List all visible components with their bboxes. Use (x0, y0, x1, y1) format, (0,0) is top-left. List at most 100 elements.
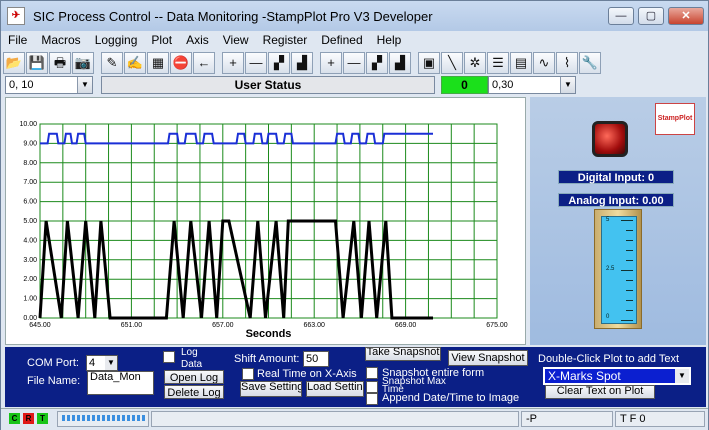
pen-icon[interactable]: ✎ (101, 52, 123, 74)
wrench-icon[interactable]: 🔧 (579, 52, 601, 74)
gauge-tick (621, 320, 633, 321)
shift-amount-label: Shift Amount: (234, 353, 300, 365)
snapshot-entire-form-checkbox[interactable] (366, 367, 378, 379)
take-snapshot-button[interactable]: Take Snapshot (365, 347, 441, 361)
status-row: 0, 10 ▼ User Status 0 0,30 ▼ (5, 76, 706, 94)
plot-area[interactable]: 0.00 1.00 2.00 3.00 4.00 5.00 6.00 7.00 8.00 9.00… (5, 97, 526, 345)
digital-input-label: Digital Input: 0 (558, 170, 674, 184)
y-tick-label: 8.00 (23, 160, 37, 167)
right-panel: StampPlot Digital Input: 0 Analog Input:… (530, 97, 706, 345)
zoom-out-icon[interactable]: ▟ (389, 52, 411, 74)
gauge-tick (621, 270, 633, 271)
gauge-tick (626, 260, 633, 261)
shift-amount-input[interactable]: 50 (303, 351, 329, 367)
gauge-tick (626, 300, 633, 301)
file-name-label: File Name: (27, 375, 81, 387)
menu-help[interactable]: Help (370, 33, 409, 47)
view-snapshot-button[interactable]: View Snapshot (448, 350, 528, 366)
load-settings-button[interactable]: Load Settings (306, 381, 364, 397)
chevron-down-icon[interactable]: ▼ (675, 369, 689, 383)
line-chart[interactable]: 0.00 1.00 2.00 3.00 4.00 5.00 6.00 7.00 8.00 9.00… (6, 98, 527, 346)
draw-icon[interactable]: ✲ (464, 52, 486, 74)
plot-text-value: X-Marks Spot (548, 369, 621, 383)
minus-icon[interactable]: — (343, 52, 365, 74)
gauge-tick (626, 250, 633, 251)
chevron-down-icon[interactable]: ▼ (105, 356, 117, 370)
plus-icon[interactable]: + (320, 52, 342, 74)
left-combo[interactable]: 0, 10 ▼ (5, 76, 93, 94)
open-folder-icon[interactable]: 📂 (3, 52, 25, 74)
menu-view[interactable]: View (216, 33, 256, 47)
data-label: Data (181, 359, 203, 370)
time-checkbox[interactable] (366, 381, 378, 393)
connection-led: C (9, 413, 20, 424)
menu-bar: File Macros Logging Plot Axis View Regis… (1, 31, 708, 49)
pencil-icon[interactable]: ✍ (124, 52, 146, 74)
zoom-in-icon[interactable]: ▞ (268, 52, 290, 74)
zoom-out-icon[interactable]: ▟ (291, 52, 313, 74)
red-indicator-button[interactable] (592, 121, 628, 157)
y-tick-label: 2.00 (23, 276, 37, 283)
stamp-plot-app-icon[interactable]: ✈ (7, 7, 25, 25)
menu-defined[interactable]: Defined (314, 33, 369, 47)
delete-log-button[interactable]: Delete Log (164, 385, 224, 399)
progress-field (57, 411, 149, 427)
x-tick-label: 657.00 (212, 322, 234, 329)
menu-macros[interactable]: Macros (34, 33, 87, 47)
close-button[interactable]: ✕ (668, 7, 704, 25)
log-data-checkbox[interactable] (163, 351, 175, 363)
stamp-plot-logo: StampPlot (655, 103, 695, 135)
green-value-indicator: 0 (441, 76, 488, 94)
print-icon[interactable]: 🖶 (49, 52, 71, 74)
minus-icon[interactable]: — (245, 52, 267, 74)
note-icon[interactable]: ☰ (487, 52, 509, 74)
menu-file[interactable]: File (1, 33, 34, 47)
chevron-down-icon[interactable]: ▼ (77, 77, 92, 93)
chart-icon[interactable]: ▦ (147, 52, 169, 74)
stop-icon[interactable]: ⛔ (170, 52, 192, 74)
menu-register[interactable]: Register (256, 33, 315, 47)
toolbar: 📂 💾 🖶 📷 ✎ ✍ ▦ ⛔ ← + — ▞ ▟ + — ▞ ▟ ▣ ╲ ✲ ☰ ▤ ∿ ⌇ 🔧 (3, 50, 708, 76)
analog-input-label: Analog Input: 0.00 (558, 193, 674, 207)
plus-icon[interactable]: + (222, 52, 244, 74)
right-combo-value: 0,30 (492, 79, 514, 91)
com-port-select[interactable]: 4 ▼ (86, 355, 118, 371)
chevron-down-icon[interactable]: ▼ (560, 77, 575, 93)
x-tick-label: 651.00 (121, 322, 143, 329)
file-name-input[interactable]: Data_Mon (87, 371, 154, 395)
gauge-tick (626, 240, 633, 241)
y-tick-label: 0.00 (23, 315, 37, 322)
y-tick-label: 4.00 (23, 237, 37, 244)
line-icon[interactable]: ╲ (441, 52, 463, 74)
menu-logging[interactable]: Logging (88, 33, 145, 47)
title-bar: ✈ SIC Process Control -- Data Monitoring… (1, 1, 708, 31)
window-title: SIC Process Control -- Data Monitoring -… (33, 8, 433, 24)
zoom-in-icon[interactable]: ▞ (366, 52, 388, 74)
x-tick-label: 669.00 (395, 322, 417, 329)
open-log-button[interactable]: Open Log (164, 370, 224, 384)
graph-icon[interactable]: ⌇ (556, 52, 578, 74)
right-combo[interactable]: 0,30 ▼ (488, 76, 576, 94)
calculator-icon[interactable]: ▤ (510, 52, 532, 74)
com-port-value: 4 (89, 357, 96, 369)
menu-axis[interactable]: Axis (179, 33, 216, 47)
clear-text-button[interactable]: Clear Text on Plot (545, 385, 655, 399)
save-settings-button[interactable]: Save Settings (240, 381, 302, 397)
gauge-label-bottom: 0 (606, 314, 610, 320)
probe-icon[interactable]: ∿ (533, 52, 555, 74)
status-field-1 (151, 411, 519, 427)
app-window: ✈ SIC Process Control -- Data Monitoring… (0, 0, 709, 430)
y-tick-label: 5.00 (23, 218, 37, 225)
append-date-checkbox[interactable] (366, 393, 378, 405)
snapshot-icon[interactable]: ▣ (418, 52, 440, 74)
real-time-label: Real Time on X-Axis (257, 368, 357, 380)
plot-text-select[interactable]: X-Marks Spot ▼ (543, 367, 691, 385)
camera-icon[interactable]: 📷 (72, 52, 94, 74)
real-time-checkbox[interactable] (242, 368, 254, 380)
maximize-button[interactable]: ▢ (638, 7, 664, 25)
menu-plot[interactable]: Plot (144, 33, 179, 47)
arrow-left-icon[interactable]: ← (193, 52, 215, 74)
minimize-button[interactable]: — (608, 7, 634, 25)
double-click-hint: Double-Click Plot to add Text (538, 353, 680, 365)
save-disk-icon[interactable]: 💾 (26, 52, 48, 74)
